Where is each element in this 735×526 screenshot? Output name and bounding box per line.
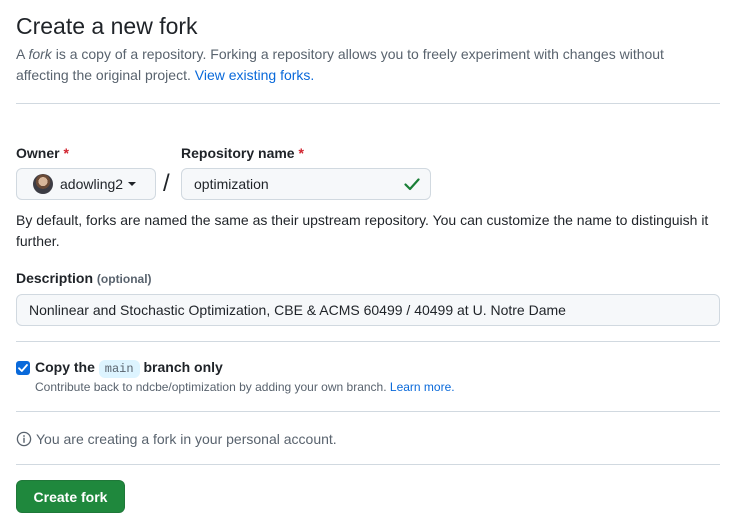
divider <box>16 341 720 342</box>
repository-name-value: optimization <box>194 176 269 192</box>
view-existing-forks-link[interactable]: View existing forks. <box>195 67 315 83</box>
copy-branch-help: Contribute back to ndcbe/optimization by… <box>35 380 455 394</box>
owner-label-text: Owner <box>16 145 60 161</box>
owner-label: Owner * <box>16 145 69 161</box>
divider <box>16 103 720 104</box>
intro-em: fork <box>28 46 52 62</box>
caret-down-icon <box>128 182 137 186</box>
repo-name-label-text: Repository name <box>181 145 295 161</box>
repo-name-required-mark: * <box>298 145 304 161</box>
owner-repo-separator: / <box>163 170 170 197</box>
check-icon <box>404 177 420 194</box>
copy-branch-label-prefix: Copy the <box>35 359 95 375</box>
copy-branch-label-suffix: branch only <box>143 359 223 375</box>
divider <box>16 464 720 465</box>
description-value: Nonlinear and Stochastic Optimization, C… <box>29 302 566 318</box>
avatar <box>33 174 53 194</box>
info-icon <box>16 431 32 447</box>
description-label-text: Description <box>16 270 94 286</box>
create-fork-button[interactable]: Create fork <box>16 480 125 513</box>
repo-name-label: Repository name * <box>181 145 304 161</box>
description-input[interactable]: Nonlinear and Stochastic Optimization, C… <box>16 294 720 326</box>
copy-branch-help-text: Contribute back to ndcbe/optimization by… <box>35 380 387 394</box>
personal-account-notice: You are creating a fork in your personal… <box>16 431 337 447</box>
optional-tag: (optional) <box>96 272 152 286</box>
checkmark-icon <box>18 364 28 372</box>
owner-select[interactable]: adowling2 <box>16 168 156 200</box>
divider <box>16 411 720 412</box>
owner-required-mark: * <box>63 145 69 161</box>
description-label: Description (optional) <box>16 270 152 286</box>
intro-body: is a copy of a repository. Forking a rep… <box>16 46 664 83</box>
owner-value: adowling2 <box>60 176 124 192</box>
repository-name-help: By default, forks are named the same as … <box>16 212 709 249</box>
repository-name-input[interactable]: optimization <box>181 168 431 200</box>
notice-text: You are creating a fork in your personal… <box>36 431 337 447</box>
copy-branch-checkbox[interactable] <box>16 361 30 375</box>
branch-name-code: main <box>98 360 140 378</box>
intro-prefix: A <box>16 46 29 62</box>
page-title: Create a new fork <box>16 13 198 39</box>
intro-text: A fork is a copy of a repository. Forkin… <box>16 44 720 86</box>
learn-more-link[interactable]: Learn more. <box>390 380 455 394</box>
copy-branch-label[interactable]: Copy the main branch only <box>35 359 223 378</box>
